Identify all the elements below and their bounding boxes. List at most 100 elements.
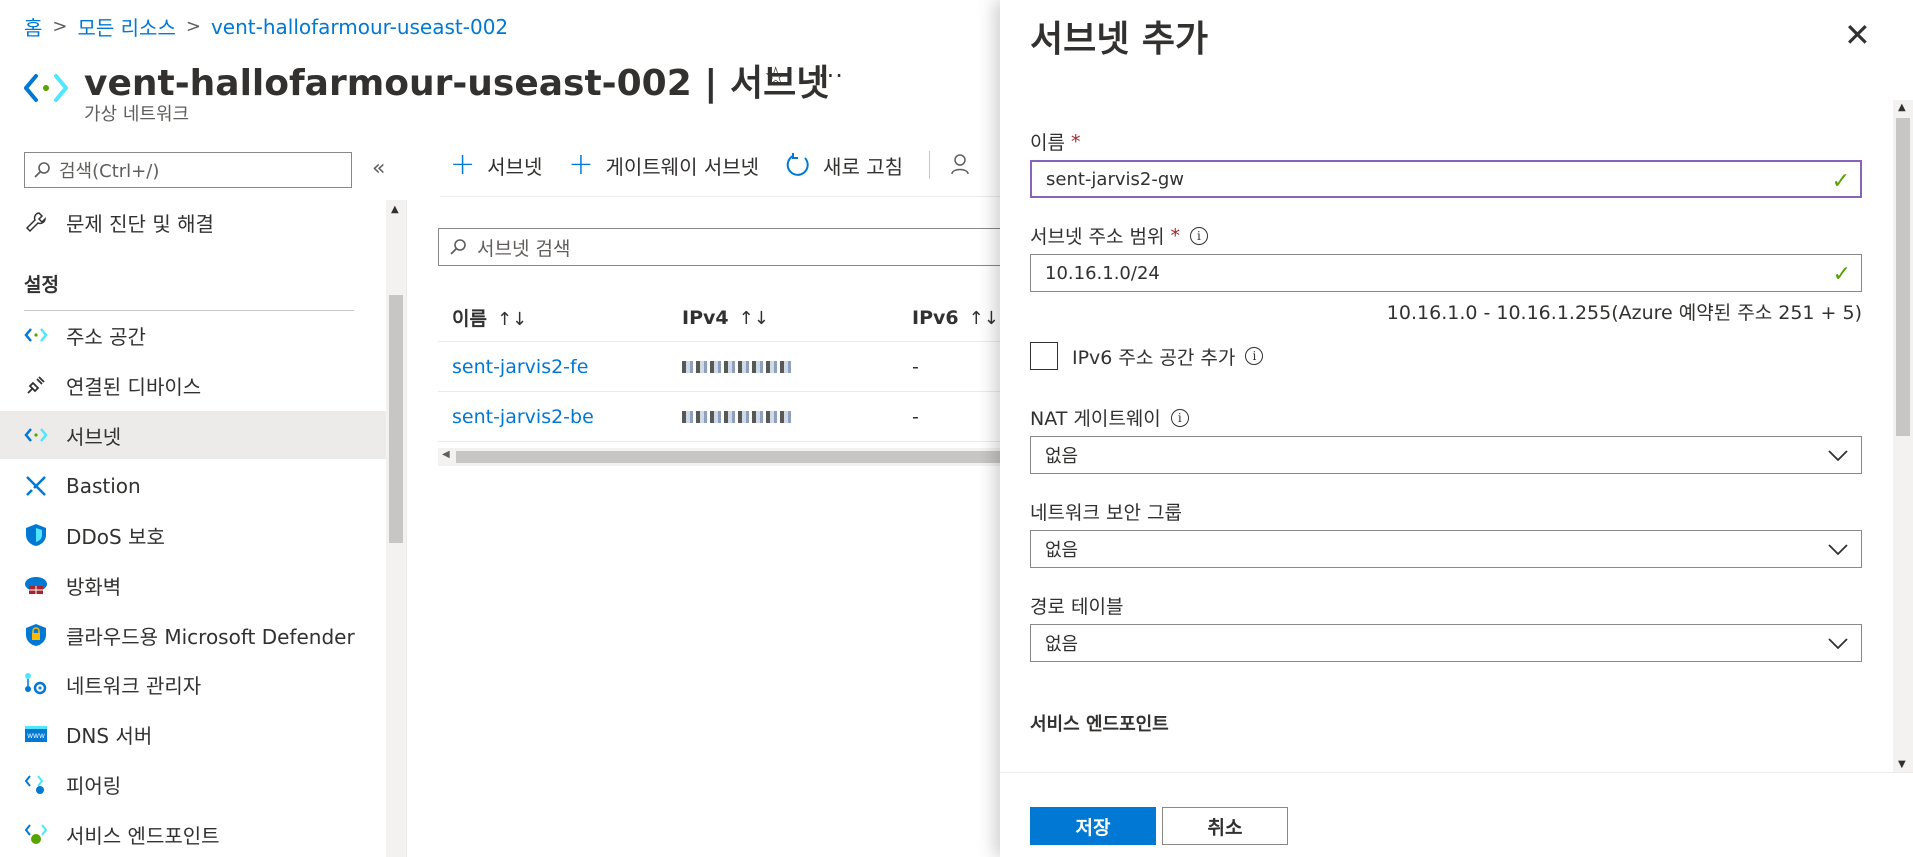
nsg-label: 네트워크 보안 그룹 xyxy=(1030,502,1182,524)
ipv6-value: - xyxy=(912,355,919,378)
table-horizontal-scrollbar[interactable]: ◀ xyxy=(438,448,1000,466)
add-subnet-panel: 서브넷 추가 ✕ 이름 * sent-jarvis2-gw ✓ 서브넷 주소 범위… xyxy=(1000,0,1913,857)
sidebar-item-label: DNS 서버 xyxy=(66,723,153,748)
add-subnet-label: 서브넷 xyxy=(487,154,543,179)
table-scrollbar-thumb[interactable] xyxy=(456,451,1000,463)
subnet-search-placeholder: 서브넷 검색 xyxy=(477,237,571,260)
chevron-down-icon xyxy=(1828,638,1848,650)
sidebar-item-label: 연결된 디바이스 xyxy=(66,374,202,399)
bastion-icon xyxy=(22,472,50,500)
sidebar-search-placeholder: 검색(Ctrl+/) xyxy=(59,161,160,182)
sidebar-item-firewall[interactable]: 방화벽 xyxy=(0,561,386,609)
subnet-icon xyxy=(22,421,50,449)
sort-icon[interactable]: ↑↓ xyxy=(497,309,527,330)
address-range-hint: 10.16.1.0 - 10.16.1.255(Azure 예약된 주소 251… xyxy=(1386,302,1862,324)
search-icon xyxy=(34,162,50,178)
table-row[interactable]: sent-jarvis2-fe - xyxy=(438,342,1000,392)
breadcrumb-home[interactable]: 홈 xyxy=(24,12,42,41)
service-endpoints-heading: 서비스 엔드포인트 xyxy=(1030,714,1169,735)
search-icon xyxy=(450,239,466,255)
info-icon[interactable]: i xyxy=(1189,226,1208,245)
sidebar-item-label: 방화벽 xyxy=(66,574,122,599)
sidebar-item-label: 문제 진단 및 해결 xyxy=(66,211,214,236)
scroll-left-icon[interactable]: ◀ xyxy=(442,449,450,460)
firewall-icon xyxy=(22,571,50,599)
nat-gateway-select[interactable]: 없음 xyxy=(1030,436,1862,474)
route-table-select[interactable]: 없음 xyxy=(1030,624,1862,662)
breadcrumb: 홈 > 모든 리소스 > vent-hallofarmour-useast-00… xyxy=(24,12,508,41)
sidebar-item-label: 주소 공간 xyxy=(66,324,146,349)
refresh-icon xyxy=(786,153,809,176)
sidebar-scrollbar[interactable]: ▲ xyxy=(386,200,406,857)
column-header-ipv6[interactable]: IPv6 ↑↓ xyxy=(898,307,1000,329)
sidebar-item-dns-servers[interactable]: WWW DNS 서버 xyxy=(0,710,386,758)
sort-icon[interactable]: ↑↓ xyxy=(739,308,769,329)
table-header: 이름 ↑↓ IPv4 ↑↓ IPv6 ↑↓ xyxy=(438,294,1000,342)
sidebar-item-peering[interactable]: 피어링 xyxy=(0,760,386,808)
route-table-label: 경로 테이블 xyxy=(1030,596,1124,618)
subnet-search-input[interactable]: 서브넷 검색 xyxy=(438,228,1018,266)
collapse-sidebar-button[interactable]: « xyxy=(372,156,385,181)
refresh-button[interactable]: 새로 고침 xyxy=(785,151,903,180)
breadcrumb-all-resources[interactable]: 모든 리소스 xyxy=(78,12,176,41)
save-button[interactable]: 저장 xyxy=(1030,807,1156,845)
address-range-label: 서브넷 주소 범위 * i xyxy=(1030,222,1208,249)
info-icon[interactable]: i xyxy=(1170,408,1189,427)
close-icon[interactable]: ✕ xyxy=(1844,16,1871,54)
sidebar-item-diagnose[interactable]: 문제 진단 및 해결 xyxy=(0,198,386,246)
sidebar-item-subnets[interactable]: 서브넷 xyxy=(0,411,386,459)
cancel-button[interactable]: 취소 xyxy=(1162,807,1288,845)
sidebar-item-address-space[interactable]: 주소 공간 xyxy=(0,311,386,359)
sidebar-item-defender[interactable]: 클라우드용 Microsoft Defender xyxy=(0,611,386,659)
subnet-table: 이름 ↑↓ IPv4 ↑↓ IPv6 ↑↓ sent-jarvis2-fe - sen… xyxy=(438,294,1000,442)
panel-scrollbar-thumb[interactable] xyxy=(1896,118,1910,436)
panel-scrollbar[interactable]: ▲ ▼ xyxy=(1893,100,1913,772)
service-endpoint-icon xyxy=(22,820,50,848)
sidebar-item-label: 서브넷 xyxy=(66,424,122,449)
sidebar-item-ddos[interactable]: DDoS 보호 xyxy=(0,511,386,559)
sidebar-item-label: 서비스 엔드포인트 xyxy=(66,823,220,848)
sidebar-item-connected-devices[interactable]: 연결된 디바이스 xyxy=(0,361,386,409)
scroll-up-icon[interactable]: ▲ xyxy=(1898,102,1906,113)
scroll-up-icon[interactable]: ▲ xyxy=(391,204,399,215)
nsg-select[interactable]: 없음 xyxy=(1030,530,1862,568)
column-header-name[interactable]: 이름 ↑↓ xyxy=(438,304,668,331)
sidebar-item-service-endpoints[interactable]: 서비스 엔드포인트 xyxy=(0,810,386,857)
more-options-button[interactable]: ··· xyxy=(818,62,844,90)
column-header-ipv4[interactable]: IPv4 ↑↓ xyxy=(668,307,898,329)
ipv6-checkbox[interactable] xyxy=(1030,342,1058,370)
sidebar-item-network-manager[interactable]: 네트워크 관리자 xyxy=(0,660,386,708)
valid-check-icon: ✓ xyxy=(1831,169,1850,194)
panel-footer: 저장 취소 xyxy=(1000,772,1913,857)
command-bar: + 서브넷 + 게이트웨이 서브넷 새로 고침 xyxy=(450,150,976,180)
plus-icon: + xyxy=(568,147,594,182)
sidebar-scrollbar-thumb[interactable] xyxy=(389,295,403,543)
info-icon[interactable]: i xyxy=(1245,347,1264,365)
shield-icon xyxy=(22,521,50,549)
table-row[interactable]: sent-jarvis2-be - xyxy=(438,392,1000,442)
route-table-value: 없음 xyxy=(1045,634,1079,655)
subnet-name-link[interactable]: sent-jarvis2-be xyxy=(438,406,668,428)
add-gateway-subnet-button[interactable]: + 게이트웨이 서브넷 xyxy=(568,150,759,180)
subnet-name-input[interactable]: sent-jarvis2-gw ✓ xyxy=(1030,160,1862,198)
defender-icon xyxy=(22,621,50,649)
add-subnet-button[interactable]: + 서브넷 xyxy=(450,150,542,180)
ipv4-redacted xyxy=(668,356,898,378)
users-icon[interactable] xyxy=(950,152,976,178)
toolbar-separator xyxy=(929,151,931,179)
sort-icon[interactable]: ↑↓ xyxy=(969,308,999,329)
sidebar-search-input[interactable]: 검색(Ctrl+/) xyxy=(24,152,352,188)
breadcrumb-vnet[interactable]: vent-hallofarmour-useast-002 xyxy=(211,15,508,39)
chevron-down-icon xyxy=(1828,544,1848,556)
scroll-down-icon[interactable]: ▼ xyxy=(1898,759,1906,770)
address-range-input[interactable]: 10.16.1.0/24 ✓ xyxy=(1030,254,1862,292)
breadcrumb-separator: > xyxy=(52,16,68,37)
address-space-icon xyxy=(22,321,50,349)
sidebar-item-bastion[interactable]: Bastion xyxy=(0,462,386,510)
nsg-value: 없음 xyxy=(1045,540,1079,561)
sidebar-item-label: DDoS 보호 xyxy=(66,524,165,549)
ipv6-checkbox-row[interactable]: IPv6 주소 공간 추가 i xyxy=(1030,342,1264,370)
required-marker: * xyxy=(1070,130,1081,153)
subnet-name-link[interactable]: sent-jarvis2-fe xyxy=(438,356,668,378)
favorite-star-icon[interactable]: ☆ xyxy=(764,62,787,92)
